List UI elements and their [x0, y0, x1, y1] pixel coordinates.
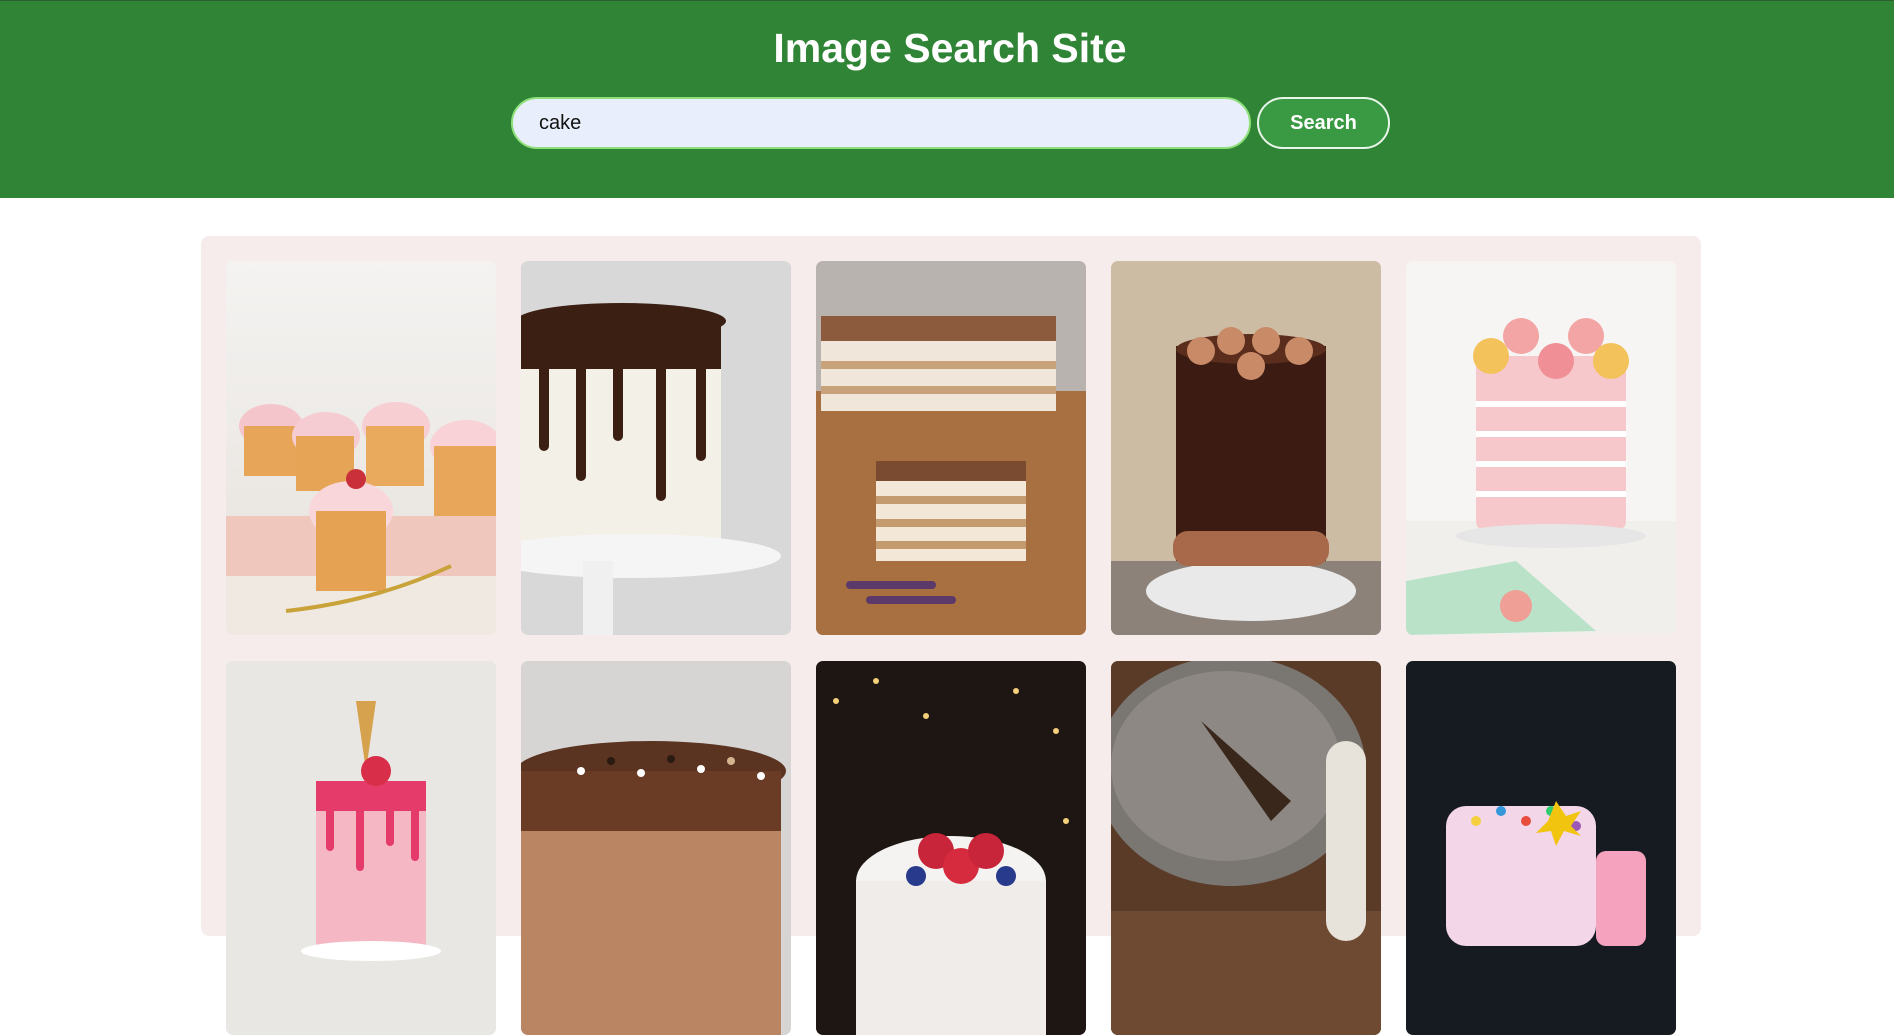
image-rainbow-sprinkle-cake[interactable] [1406, 661, 1676, 1035]
image-pink-drip-cake-ice-cream-cone[interactable] [226, 661, 496, 1035]
image-chocolate-drip-cake-rosettes[interactable] [1111, 261, 1381, 635]
image-pink-macaron-cake-graphic [1406, 261, 1676, 635]
image-white-cake-berries-graphic [816, 661, 1086, 1035]
image-white-cake-berries[interactable] [816, 661, 1086, 1035]
image-pink-cupcakes-graphic [226, 261, 496, 635]
image-sugar-dusted-chocolate-cake[interactable] [1111, 661, 1381, 1035]
search-button[interactable]: Search [1257, 97, 1390, 149]
results-panel [201, 236, 1701, 1035]
image-white-cake-chocolate-drip[interactable] [521, 261, 791, 635]
image-pink-drip-cake-ice-cream-cone-graphic [226, 661, 496, 1035]
image-chocolate-drip-cake-rosettes-graphic [1111, 261, 1381, 635]
image-white-cake-chocolate-drip-graphic [521, 261, 791, 635]
search-input[interactable] [511, 97, 1251, 149]
image-chocolate-cake-sprinkles[interactable] [521, 661, 791, 1035]
image-layered-tiramisu-slice-graphic [816, 261, 1086, 635]
site-title: Image Search Site [773, 25, 1127, 71]
header: Image Search Site Search [0, 0, 1894, 198]
image-sugar-dusted-chocolate-cake-graphic [1111, 661, 1381, 1035]
image-chocolate-cake-sprinkles-graphic [521, 661, 791, 1035]
image-pink-cupcakes[interactable] [226, 261, 496, 635]
image-pink-macaron-cake[interactable] [1406, 261, 1676, 635]
image-layered-tiramisu-slice[interactable] [816, 261, 1086, 635]
image-rainbow-sprinkle-cake-graphic [1406, 661, 1676, 1035]
